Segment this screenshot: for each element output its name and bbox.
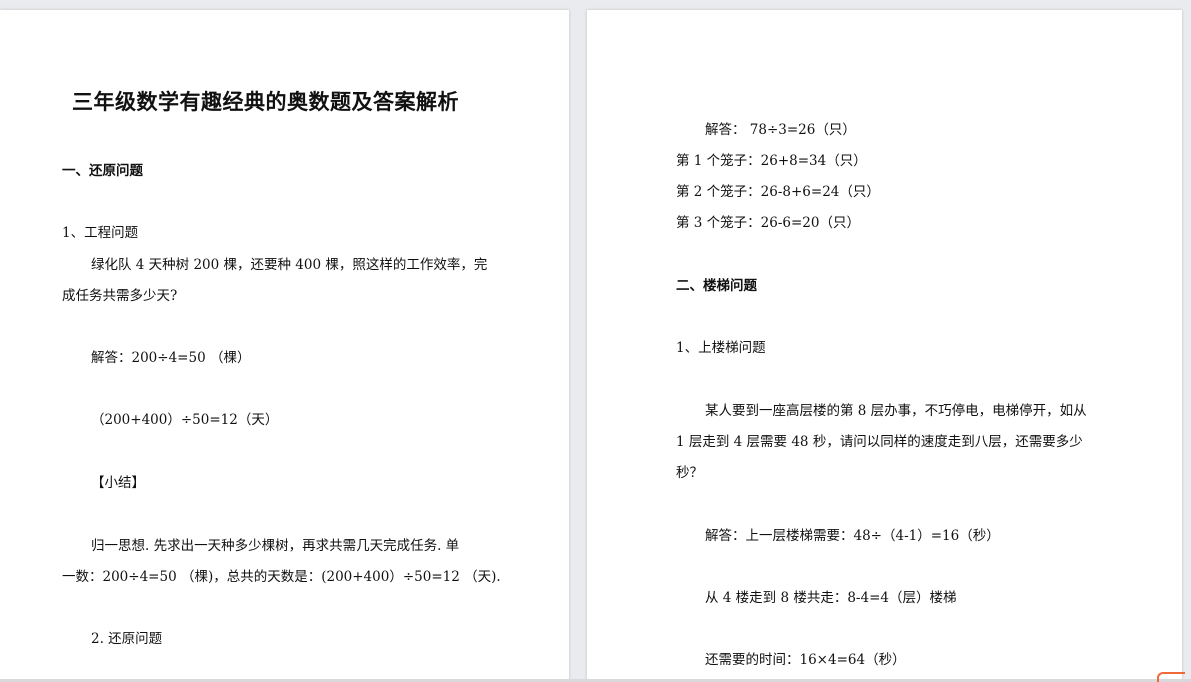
corner-widget-icon[interactable] — [1157, 672, 1185, 682]
problem-text-line: 成任务共需多少天? — [62, 288, 178, 304]
problem-text-line: 某人要到一座高层楼的第 8 层办事，不巧停电，电梯停开，如从 — [705, 403, 1087, 419]
cage-answer-line: 第 1 个笼子：26+8=34（只） — [676, 153, 867, 169]
item-title-engineering: 1、工程问题 — [62, 225, 139, 241]
problem-text-line: 秒？ — [676, 465, 703, 481]
summary-text-line: 归一思想. 先求出一天种多少棵树，再求共需几天完成任务. 单 — [91, 538, 460, 554]
section-heading-stairs: 二、楼梯问题 — [676, 278, 757, 294]
problem-text-line: 绿化队 4 天种树 200 棵，还要种 400 棵，照这样的工作效率，完 — [91, 257, 488, 273]
problem-text-line: 1 层走到 4 层需要 48 秒，请问以同样的速度走到八层，还需要多少 — [676, 434, 1083, 450]
summary-label: 【小结】 — [91, 475, 145, 491]
answer-text-line: 解答：上一层楼梯需要：48÷（4-1）=16（秒） — [705, 528, 1000, 544]
answer-text-line: 解答：200÷4=50 （棵） — [91, 350, 251, 366]
summary-text-line: 一数：200÷4=50 （棵)，总共的天数是：(200+400）÷50=12 （… — [62, 569, 501, 585]
document-title: 三年级数学有趣经典的奥数题及答案解析 — [72, 90, 459, 114]
answer-text-line: 从 4 楼走到 8 楼共走：8-4=4（层）楼梯 — [705, 590, 957, 606]
cage-answer-line: 第 3 个笼子：26-6=20（只） — [676, 215, 860, 231]
section-heading-restore: 一、还原问题 — [62, 163, 143, 179]
document-page-left: 三年级数学有趣经典的奥数题及答案解析 一、还原问题 1、工程问题 绿化队 4 天… — [0, 10, 569, 682]
answer-text-line: （200+400）÷50=12（天） — [91, 412, 279, 428]
item-title-stairs: 1、上楼梯问题 — [676, 340, 766, 356]
item-title-restore: 2. 还原问题 — [91, 631, 163, 647]
document-page-right: 解答： 78÷3=26（只） 第 1 个笼子：26+8=34（只） 第 2 个笼… — [587, 10, 1182, 682]
answer-text-line: 解答： 78÷3=26（只） — [705, 122, 856, 138]
cage-answer-line: 第 2 个笼子：26-8+6=24（只） — [676, 184, 880, 200]
answer-text-line: 还需要的时间：16×4=64（秒） — [705, 652, 906, 668]
